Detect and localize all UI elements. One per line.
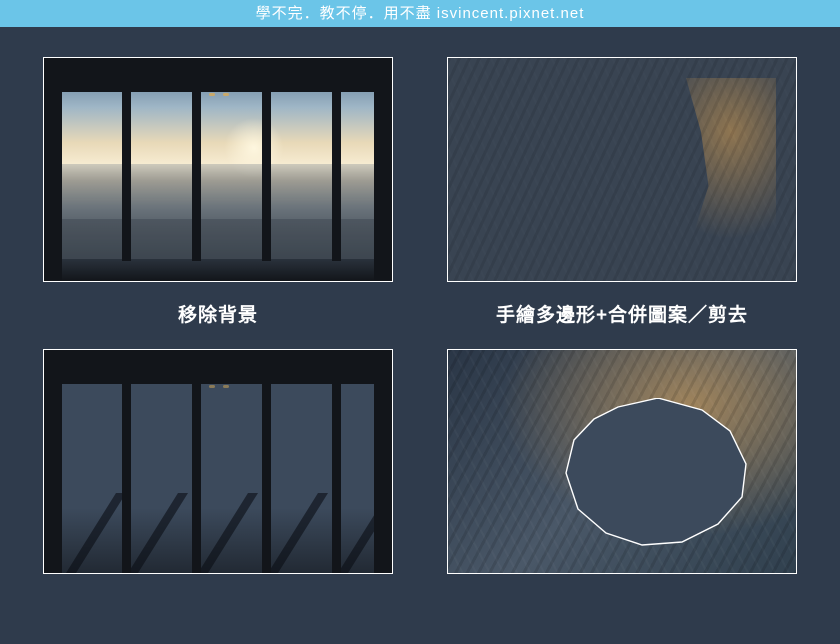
window-frame-left — [44, 58, 62, 281]
window-mullion — [332, 382, 341, 573]
window-frame-top — [44, 58, 392, 92]
window-frame-top — [44, 350, 392, 384]
window-frame-bottom — [44, 259, 392, 281]
banner-text: 學不完．教不停．用不盡 isvincent.pixnet.net — [256, 5, 585, 22]
thumb-cave-lake — [447, 57, 797, 282]
panel-bottom-left — [40, 349, 396, 574]
panel-top-left: 移除背景 — [40, 57, 396, 349]
window-mullion — [332, 90, 341, 261]
panel-bottom-right — [444, 349, 800, 574]
caption-left: 移除背景 — [40, 300, 396, 327]
window-mullion — [192, 382, 201, 573]
window-mullion — [262, 90, 271, 261]
caption-right: 手繪多邊形+合併圖案／剪去 — [444, 300, 800, 327]
window-mullion — [122, 382, 131, 573]
comparison-grid: 移除背景 手繪多邊形+合併圖案／剪去 — [0, 27, 840, 594]
thumb-cave-cutout — [447, 349, 797, 574]
window-mullion — [122, 90, 131, 261]
ceiling-light-icon — [209, 385, 215, 388]
city-skyline — [62, 164, 374, 259]
window-frame-left — [44, 350, 62, 573]
window-frame-right — [374, 350, 392, 573]
window-frame-right — [374, 58, 392, 281]
window-mullion — [192, 90, 201, 261]
thumb-window-cityscape — [43, 57, 393, 282]
ceiling-light-icon — [209, 93, 215, 96]
window-mullion — [262, 382, 271, 573]
thumb-window-bg-removed — [43, 349, 393, 574]
site-banner: 學不完．教不停．用不盡 isvincent.pixnet.net — [0, 0, 840, 27]
rock-texture — [448, 58, 796, 281]
panel-top-right: 手繪多邊形+合併圖案／剪去 — [444, 57, 800, 349]
